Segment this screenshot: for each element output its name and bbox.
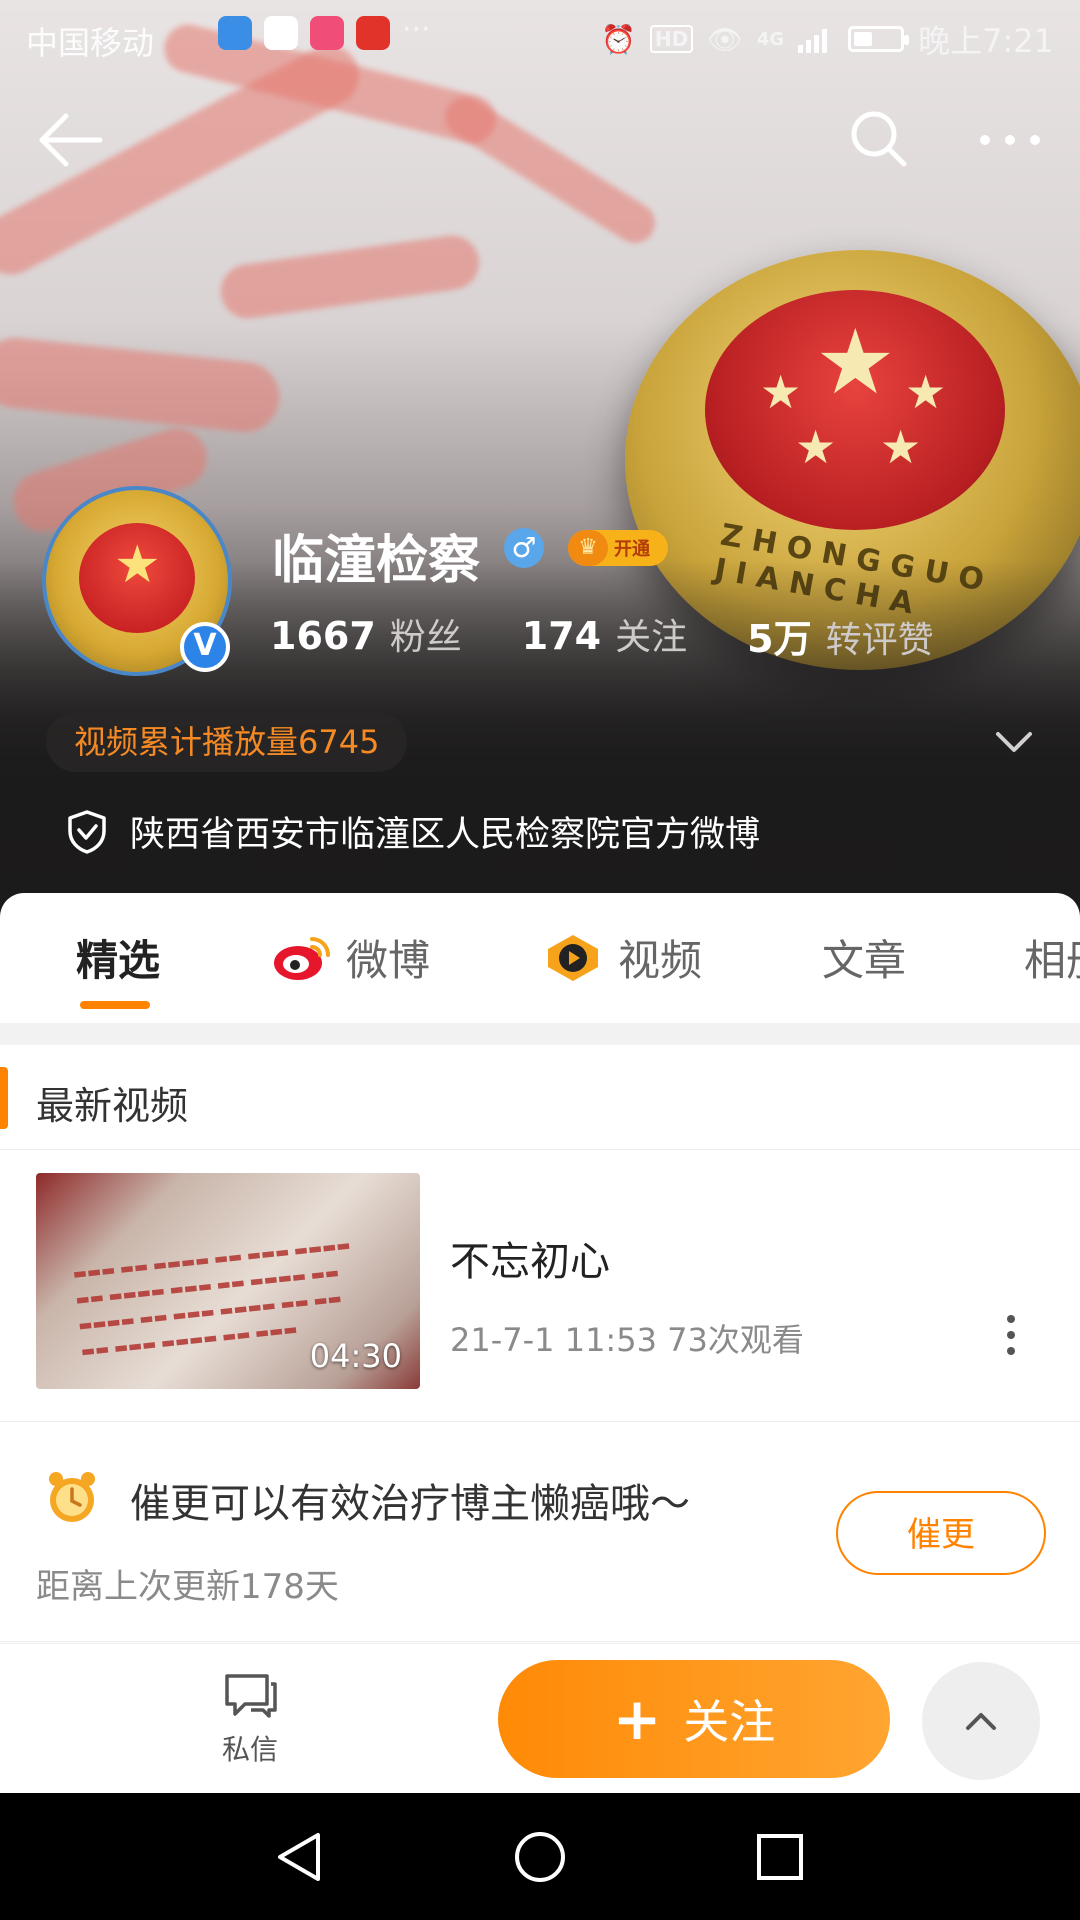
- video-more-button[interactable]: [1004, 1313, 1018, 1357]
- more-button[interactable]: [975, 110, 1045, 170]
- search-icon: [851, 111, 907, 167]
- vip-open-label: 开通: [614, 539, 650, 560]
- scroll-to-top-button[interactable]: [922, 1662, 1040, 1780]
- stat-followers[interactable]: 1667 粉丝: [270, 608, 462, 663]
- stat-engagement[interactable]: 5万 转评赞: [747, 608, 933, 663]
- cover-brush-stroke: [437, 89, 663, 251]
- crown-icon: ♛: [568, 530, 608, 566]
- verified-badge-icon: V: [180, 622, 230, 672]
- follow-label: 关注: [683, 1695, 776, 1749]
- nudge-title: 催更可以有效治疗博主懒癌哦～: [130, 1481, 690, 1527]
- system-recents-button[interactable]: [752, 1829, 808, 1885]
- status-icons: ⏰ HD 👁 4G 晚上7:21: [601, 16, 1054, 62]
- tab-albums[interactable]: 相册: [1024, 927, 1080, 988]
- urge-update-button[interactable]: 催更: [836, 1491, 1046, 1575]
- video-meta: 21-7-1 11:53 73次观看: [450, 1321, 804, 1359]
- square-recents-icon: [757, 1834, 803, 1880]
- active-tab-indicator: [80, 1001, 150, 1009]
- video-thumbnail[interactable]: ▬▬▬ ▬▬ ▬▬▬▬ ▬▬ ▬▬▬ ▬▬▬▬ ▬▬ ▬▬▬▬ ▬▬▬ ▬▬ ▬▬…: [36, 1173, 420, 1389]
- stat-following[interactable]: 174 关注: [522, 608, 687, 663]
- eye-icon: 👁: [707, 22, 743, 56]
- chevron-up-icon: [966, 1713, 996, 1730]
- hd-icon: HD: [649, 25, 694, 53]
- system-home-button[interactable]: [512, 1829, 568, 1885]
- baidu-app-icon: [264, 16, 298, 50]
- video-duration: 04:30: [309, 1337, 402, 1375]
- system-back-button[interactable]: [272, 1829, 328, 1885]
- tab-label: 微博: [346, 936, 431, 985]
- bilibili-app-icon: [310, 16, 344, 50]
- circle-home-icon: [515, 1832, 565, 1882]
- more-notifications-icon: ···: [402, 12, 431, 47]
- tab-label: 文章: [822, 936, 907, 985]
- intro-text: 陕西省西安市临潼区人民检察院官方微博: [130, 815, 761, 855]
- profile-stats: 1667 粉丝 174 关注 5万 转评赞: [270, 608, 994, 663]
- system-navigation-bar: [0, 1793, 1080, 1920]
- video-play-count-badge: 视频累计播放量6745: [46, 712, 408, 772]
- stat-label: 粉丝: [389, 617, 462, 658]
- stat-number: 174: [521, 614, 602, 658]
- profile-intro: 陕西省西安市临潼区人民检察院官方微博: [66, 806, 760, 857]
- tab-featured[interactable]: 精选: [76, 927, 160, 988]
- chat-bubble-icon: [225, 1674, 277, 1718]
- chevron-down-icon: [996, 732, 1032, 752]
- vip-open-badge[interactable]: ♛ 开通: [568, 530, 668, 566]
- cover-brush-stroke: [217, 232, 483, 322]
- nudge-subtitle: 距离上次更新178天: [36, 1567, 339, 1607]
- divider: [0, 1023, 1080, 1045]
- security-app-icon: [218, 16, 252, 50]
- section-title: 最新视频: [36, 1084, 189, 1128]
- stat-number: 1667: [270, 614, 376, 658]
- weibo-logo-icon: [274, 936, 330, 980]
- profile-tabs: 精选 微博 视频 文章 相册: [0, 893, 1080, 1023]
- expand-profile-button[interactable]: [994, 722, 1034, 762]
- stat-label: 关注: [615, 617, 688, 658]
- triangle-back-icon: [278, 1833, 320, 1881]
- clock-time: 晚上7:21: [918, 22, 1054, 60]
- tab-video[interactable]: 视频: [544, 927, 702, 988]
- arrow-left-icon: [39, 113, 103, 167]
- alarm-icon: ⏰: [601, 22, 636, 56]
- stat-number: 5万: [747, 617, 812, 661]
- video-list-item[interactable]: ▬▬▬ ▬▬ ▬▬▬▬ ▬▬ ▬▬▬ ▬▬▬▬ ▬▬ ▬▬▬▬ ▬▬▬ ▬▬ ▬▬…: [0, 1149, 1080, 1422]
- direct-message-button[interactable]: 私信: [210, 1670, 290, 1768]
- tab-articles[interactable]: 文章: [822, 927, 906, 988]
- more-dots-icon: [980, 135, 1040, 145]
- alarm-clock-icon: [49, 1472, 95, 1522]
- back-button[interactable]: [36, 110, 106, 170]
- section-header: 最新视频: [0, 1045, 1080, 1150]
- toutiao-app-icon: [356, 16, 390, 50]
- vertical-dots-icon: [1007, 1315, 1015, 1355]
- video-logo-icon: [548, 934, 598, 981]
- section-accent-bar: [0, 1067, 8, 1129]
- cover-brush-stroke: [0, 334, 283, 436]
- male-gender-icon: ♂: [504, 528, 544, 568]
- notification-app-icons: [218, 16, 390, 50]
- network-label: 4G: [756, 28, 785, 50]
- status-bar: 中国移动 ··· ⏰ HD 👁 4G 晚上7:21: [0, 0, 1080, 74]
- plus-icon: +: [612, 1685, 662, 1753]
- battery-icon: [848, 26, 910, 52]
- signal-icon: [798, 29, 828, 53]
- shield-icon: [68, 809, 106, 854]
- tab-label: 视频: [618, 936, 703, 985]
- profile-name: 临潼检察: [272, 531, 481, 591]
- video-title: 不忘初心: [450, 1239, 610, 1285]
- search-button[interactable]: [848, 108, 908, 168]
- bottom-action-bar: 私信 + 关注: [0, 1643, 1080, 1794]
- tab-label: 精选: [76, 936, 161, 985]
- direct-message-label: 私信: [221, 1733, 278, 1766]
- update-nudge: 催更可以有效治疗博主懒癌哦～ 距离上次更新178天 催更: [0, 1421, 1080, 1642]
- follow-button[interactable]: + 关注: [498, 1660, 890, 1778]
- profile-cover: ★ ★ ★ ★ ★ ZHONGGUO JIANCHA: [0, 0, 1080, 920]
- tab-weibo[interactable]: 微博: [272, 927, 430, 988]
- stat-label: 转评赞: [825, 620, 934, 661]
- tab-label: 相册: [1024, 936, 1080, 985]
- carrier-label: 中国移动: [26, 24, 155, 62]
